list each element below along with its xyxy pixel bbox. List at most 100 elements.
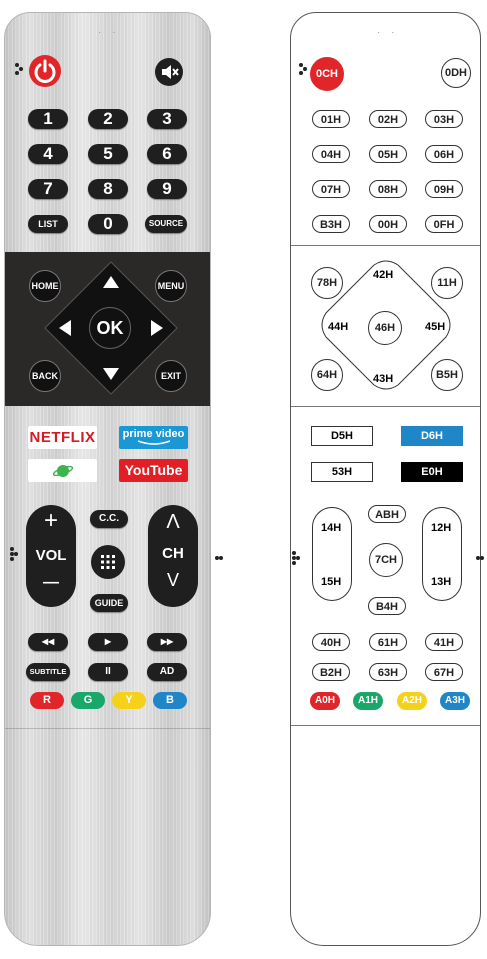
ch-side-marker [215,556,223,572]
fast-forward-code[interactable]: 41H [425,633,463,651]
grid-icon [101,555,115,569]
left-code[interactable]: 44H [328,321,348,333]
key-2[interactable]: 2 [88,109,128,129]
grid-menu-code[interactable]: 7CH [369,543,403,577]
home-button[interactable]: HOME [29,270,61,302]
key-1[interactable]: 1 [28,109,68,129]
app-code[interactable]: 53H [311,462,373,482]
ok-code[interactable]: 46H [368,311,402,345]
list-code[interactable]: B3H [312,215,350,233]
netflix-code[interactable]: D5H [311,426,373,446]
key-5-code[interactable]: 05H [369,145,407,163]
grid-menu-button[interactable] [91,545,125,579]
green-button[interactable]: G [71,692,105,709]
power-button[interactable] [29,55,61,87]
back-button[interactable]: BACK [29,360,61,392]
play-code[interactable]: 61H [369,633,407,651]
key-3[interactable]: 3 [147,109,187,129]
fast-forward-button[interactable]: ▶▶ [147,633,187,651]
divider [291,245,480,246]
exit-button[interactable]: EXIT [155,360,187,392]
key-2-code[interactable]: 02H [369,110,407,128]
rewind-code[interactable]: 40H [312,633,350,651]
ch-up[interactable]: Λ [148,511,198,533]
ad-code[interactable]: 67H [425,663,463,681]
key-7-code[interactable]: 07H [312,180,350,198]
guide-code[interactable]: B4H [368,597,406,615]
right-code[interactable]: 45H [425,321,445,333]
subtitle-button[interactable]: SUBTITLE [26,663,70,681]
key-8[interactable]: 8 [88,179,128,199]
ch-side-marker [476,556,484,572]
key-6[interactable]: 6 [147,144,187,164]
pause-code[interactable]: 63H [369,663,407,681]
green-code[interactable]: A1H [353,692,383,710]
key-3-code[interactable]: 03H [425,110,463,128]
play-button[interactable]: ▶ [88,633,128,651]
down-code[interactable]: 43H [373,373,393,385]
left-remote: · · 1 2 3 4 5 6 7 8 9 LIST 0 SOURCE OK H… [4,12,211,946]
home-code[interactable]: 78H [311,267,343,299]
planet-app-button[interactable] [28,459,97,482]
key-4-code[interactable]: 04H [312,145,350,163]
source-code[interactable]: 0FH [425,215,463,233]
menu-code[interactable]: 11H [431,267,463,299]
back-code[interactable]: 64H [311,359,343,391]
ir-emitter [15,63,23,79]
ir-emitter [299,63,307,79]
ad-button[interactable]: AD [147,663,187,681]
subtitle-code[interactable]: B2H [312,663,350,681]
ch-label: CH [162,545,184,562]
ch-down-code[interactable]: 13H [431,576,451,588]
key-8-code[interactable]: 08H [369,180,407,198]
battery-cover-line [291,725,480,726]
vol-minus[interactable]: — [26,574,76,592]
key-4[interactable]: 4 [28,144,68,164]
power-code[interactable]: 0CH [310,57,344,91]
exit-code[interactable]: B5H [431,359,463,391]
mute-icon [162,65,179,79]
vol-plus[interactable]: + [26,509,76,533]
ch-up-code[interactable]: 12H [431,522,451,534]
cc-button[interactable]: C.C. [90,510,128,528]
key-9[interactable]: 9 [147,179,187,199]
mute-button[interactable] [155,58,183,86]
key-7[interactable]: 7 [28,179,68,199]
cc-code[interactable]: ABH [368,505,406,523]
key-0-code[interactable]: 00H [369,215,407,233]
prime-video-code[interactable]: D6H [401,426,463,446]
red-button[interactable]: R [30,692,64,709]
mute-code[interactable]: 0DH [441,58,471,88]
amazon-smile-icon [137,440,170,445]
vol-up-code[interactable]: 14H [321,522,341,534]
pause-button[interactable]: II [88,663,128,681]
youtube-button[interactable]: YouTube [119,459,188,482]
key-6-code[interactable]: 06H [425,145,463,163]
red-code[interactable]: A0H [310,692,340,710]
volume-rocker[interactable]: + VOL — [26,505,76,607]
ch-down[interactable]: V [148,570,198,591]
menu-button[interactable]: MENU [155,270,187,302]
yellow-code[interactable]: A2H [397,692,427,710]
key-1-code[interactable]: 01H [312,110,350,128]
source-button[interactable]: SOURCE [145,215,187,233]
channel-rocker[interactable]: Λ CH V [148,505,198,607]
yellow-button[interactable]: Y [112,692,146,709]
prime-video-button[interactable]: prime video [119,426,188,449]
blue-code[interactable]: A3H [440,692,470,710]
blue-button[interactable]: B [153,692,187,709]
list-button[interactable]: LIST [28,215,68,233]
vol-label: VOL [35,547,67,564]
key-0[interactable]: 0 [88,214,128,234]
youtube-code[interactable]: E0H [401,462,463,482]
ok-button[interactable]: OK [89,307,131,349]
key-9-code[interactable]: 09H [425,180,463,198]
vol-down-code[interactable]: 15H [321,576,341,588]
key-5[interactable]: 5 [88,144,128,164]
up-code[interactable]: 42H [373,269,393,281]
mic-holes: · · [377,27,399,38]
guide-button[interactable]: GUIDE [90,594,128,612]
rewind-button[interactable]: ◀◀ [28,633,68,651]
battery-cover-line [5,728,210,729]
netflix-button[interactable]: NETFLIX [28,426,97,449]
